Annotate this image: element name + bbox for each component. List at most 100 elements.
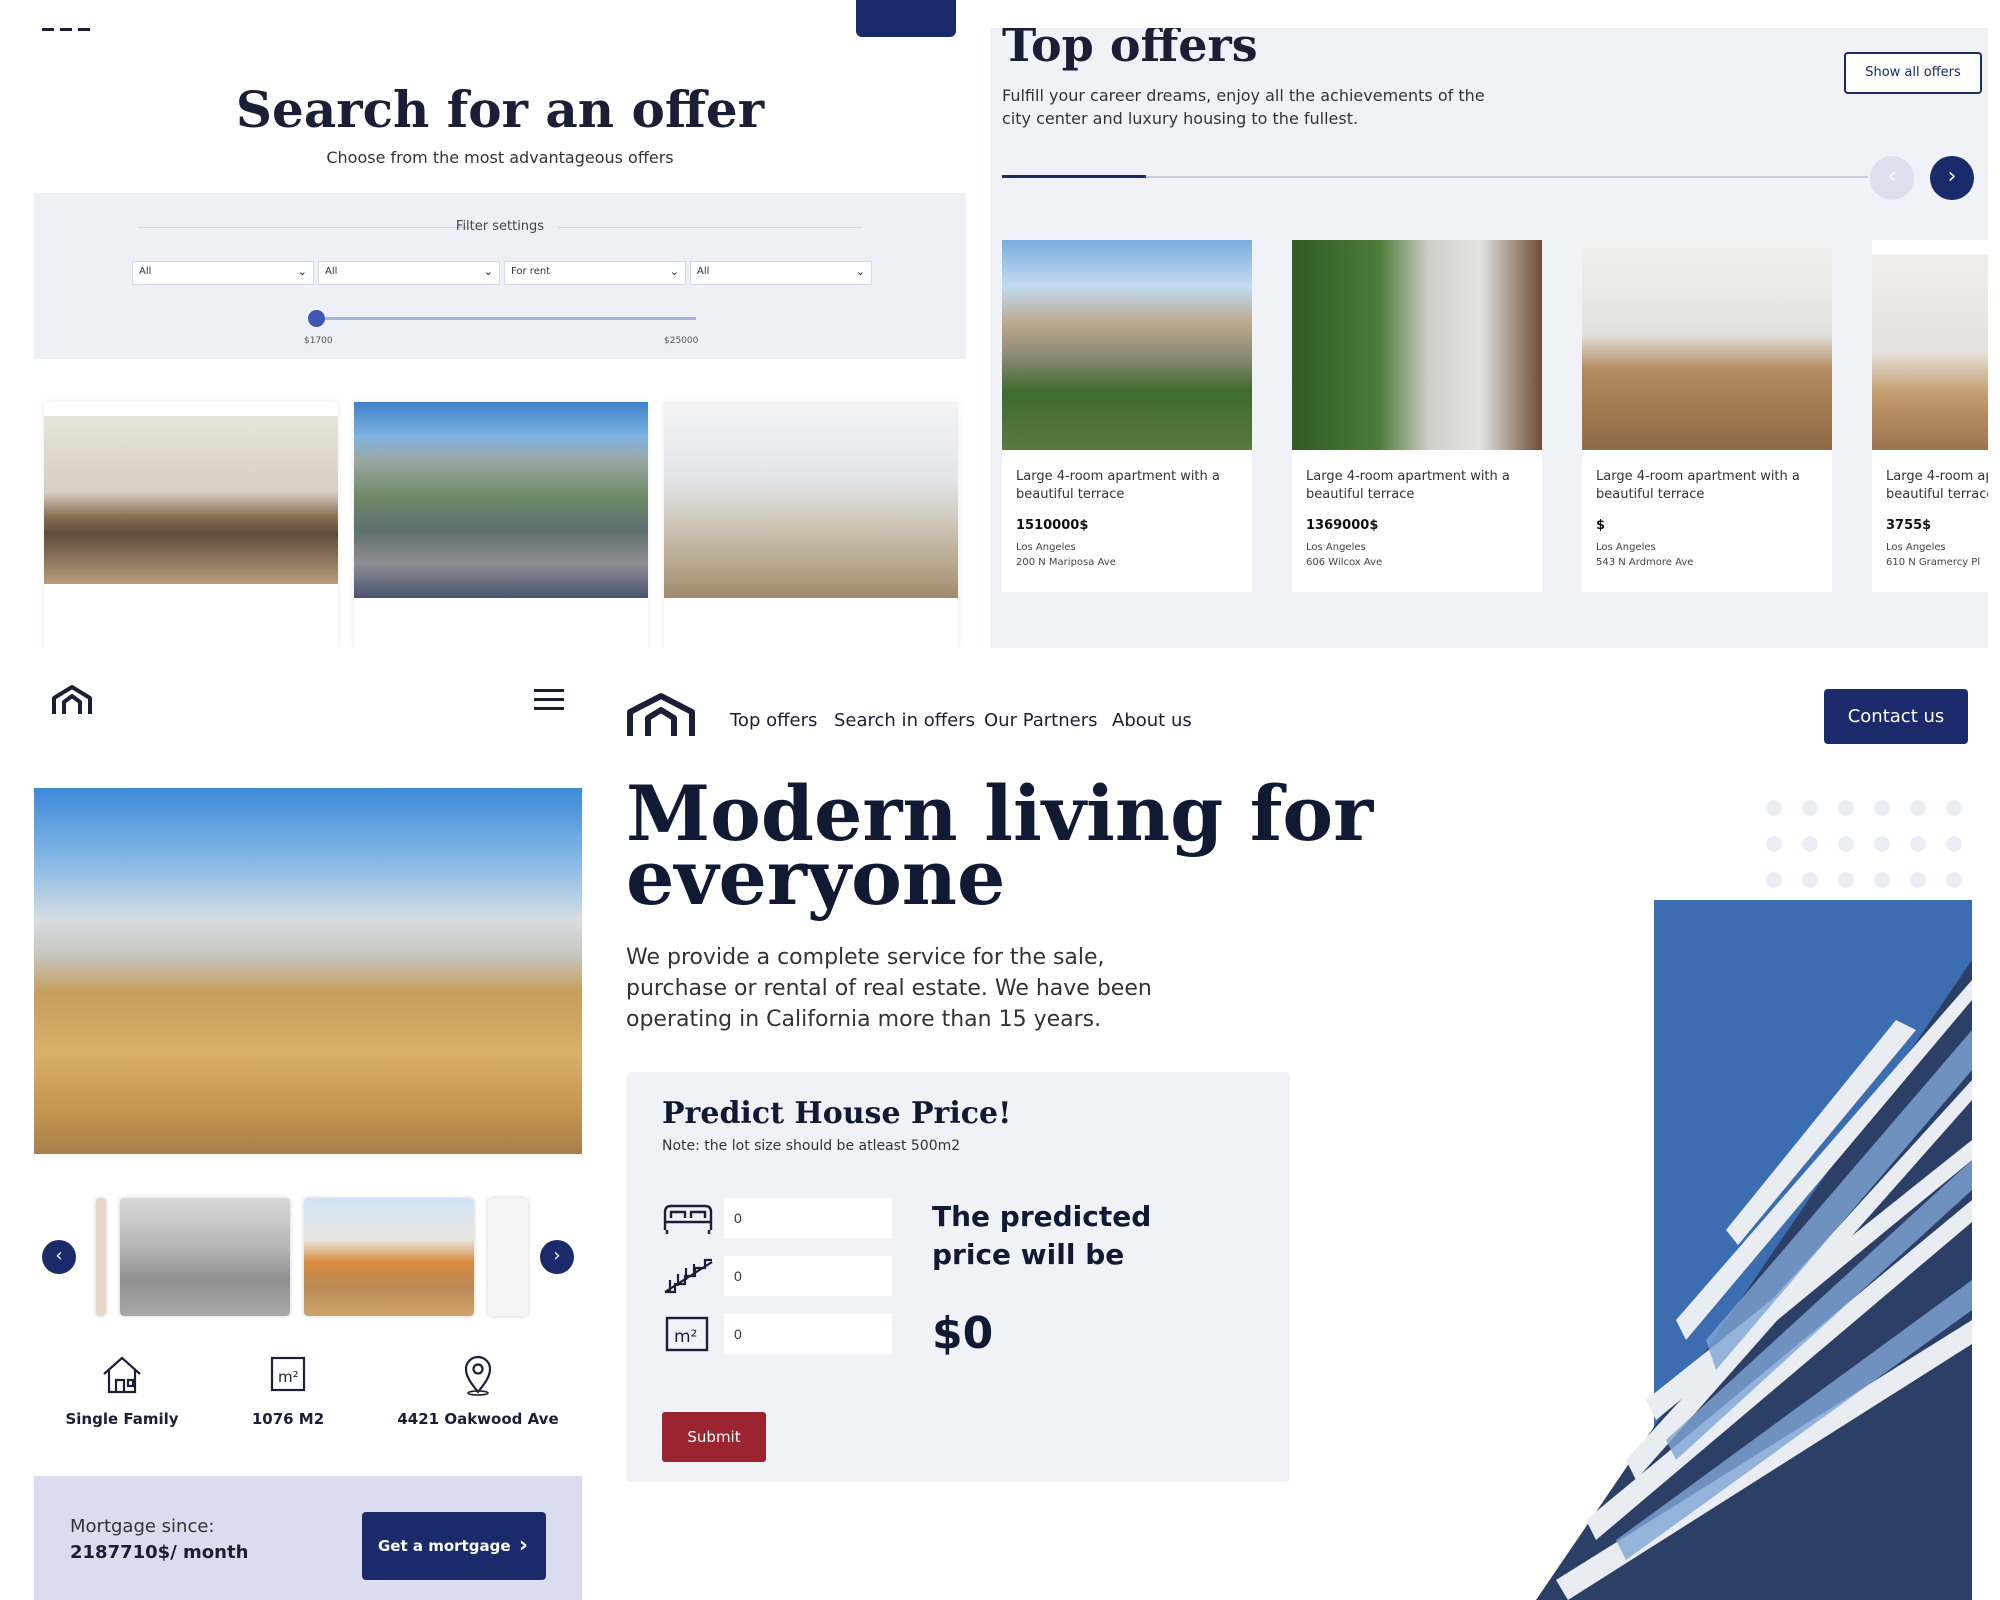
offer-city: Los Angeles <box>1886 542 1946 553</box>
chevron-down-icon: ⌄ <box>483 265 493 278</box>
offer-card[interactable]: Large 4-room apartment with a beautiful … <box>1002 240 1252 592</box>
submit-button[interactable]: Submit <box>662 1412 766 1462</box>
interior-photo <box>1872 254 1988 450</box>
logo-house-icon[interactable] <box>626 692 696 738</box>
offer-card[interactable]: Large 4-room apartment with a beautiful … <box>1582 240 1832 592</box>
nav-our-partners[interactable]: Our Partners <box>984 710 1098 731</box>
floors-input[interactable] <box>724 1256 892 1296</box>
predict-title: Predict House Price! <box>662 1096 1012 1131</box>
hero-panel: Top offers Search in offers Our Partners… <box>616 672 2000 1600</box>
header-button[interactable] <box>856 0 956 37</box>
search-title: Search for an offer <box>235 80 765 139</box>
prev-arrow-icon[interactable]: ‹ <box>1870 156 1914 200</box>
chevron-right-icon: › <box>518 1533 528 1558</box>
predict-note: Note: the lot size should be atleast 500… <box>662 1138 961 1154</box>
lot-size-input[interactable] <box>724 1314 892 1354</box>
thumbnail[interactable] <box>120 1198 290 1316</box>
next-arrow-icon[interactable]: › <box>540 1240 574 1274</box>
thumbnail[interactable] <box>96 1198 106 1316</box>
price-slider-track[interactable] <box>316 317 696 320</box>
offer-price: 1510000$ <box>1016 518 1089 533</box>
offer-title: Large 4-room apartment with a beautiful … <box>1596 469 1800 502</box>
interior-photo <box>1582 240 1832 450</box>
offer-address: 606 Wilcox Ave <box>1306 557 1383 568</box>
offer-title: Large 4-room apartment with a beautiful … <box>1306 469 1510 502</box>
chevron-down-icon: ⌄ <box>297 265 307 278</box>
offer-city: Los Angeles <box>1016 542 1076 553</box>
living-room-photo <box>664 402 958 598</box>
predicted-price-label: The predicted price will be <box>932 1200 1152 1271</box>
main-property-photo <box>34 788 582 1154</box>
city-aerial-photo <box>354 402 648 598</box>
price-max-label: $25000 <box>664 336 699 346</box>
area-m2-icon: m² <box>270 1356 306 1392</box>
location-pin-icon <box>464 1355 492 1396</box>
house-icon <box>103 1356 141 1394</box>
nav-about-us[interactable]: About us <box>1112 710 1192 731</box>
entrance-photo <box>1292 240 1542 450</box>
menu-icon[interactable] <box>42 22 92 32</box>
offer-address: 200 N Mariposa Ave <box>1016 557 1116 568</box>
building-photo <box>1002 240 1252 450</box>
offer-city: Los Angeles <box>1306 542 1366 553</box>
offer-address: 610 N Gramercy Pl <box>1886 557 1981 568</box>
filter-select-location[interactable]: All ⌄ <box>318 261 500 285</box>
stairs-icon <box>664 1258 713 1294</box>
logo-house-icon[interactable] <box>50 684 94 716</box>
offer-price: 1369000$ <box>1306 518 1379 533</box>
filter-select-type[interactable]: All ⌄ <box>132 261 314 285</box>
building-photo <box>1476 900 1972 1600</box>
offer-card[interactable] <box>664 402 958 648</box>
bed-icon <box>663 1204 713 1234</box>
filter-select-rooms[interactable]: All ⌄ <box>690 261 872 285</box>
area-m2-icon: m² <box>665 1316 709 1352</box>
predicted-price-value: $0 <box>932 1308 994 1359</box>
svg-text:m²: m² <box>674 1327 697 1347</box>
price-min-label: $1700 <box>304 336 333 346</box>
prev-arrow-icon[interactable]: ‹ <box>42 1240 76 1274</box>
top-offers-title: Top offers <box>1002 28 1258 72</box>
search-offer-panel: Search for an offer Choose from the most… <box>34 0 966 648</box>
feature-label: Single Family <box>65 1410 179 1428</box>
offer-card[interactable] <box>354 402 648 648</box>
nav-top-offers[interactable]: Top offers <box>730 710 817 731</box>
button-label: Get a mortgage <box>378 1537 511 1555</box>
next-arrow-icon[interactable]: › <box>1930 156 1974 200</box>
chevron-down-icon: ⌄ <box>855 265 865 278</box>
nav-search-in-offers[interactable]: Search in offers <box>834 710 975 731</box>
offer-title: Large 4-room apartment with a beautiful … <box>1016 469 1220 502</box>
offer-address: 543 N Ardmore Ave <box>1596 557 1694 568</box>
filter-box: Filter settings All ⌄ All ⌄ For rent ⌄ All ⌄… <box>34 193 966 359</box>
search-subtitle: Choose from the most advantageous offers <box>326 148 674 167</box>
select-value: All <box>325 266 338 277</box>
contact-us-button[interactable]: Contact us <box>1824 689 1968 744</box>
chevron-down-icon: ⌄ <box>669 265 679 278</box>
offer-price: 3755$ <box>1886 518 1932 533</box>
top-offers-panel: Top offers Fulfill your career dreams, e… <box>990 28 1988 648</box>
bedrooms-input[interactable] <box>724 1198 892 1238</box>
price-slider-handle[interactable] <box>308 310 325 327</box>
offer-card[interactable]: Large 4-room apartment with a beautiful … <box>1872 240 1988 592</box>
get-mortgage-button[interactable]: Get a mortgage › <box>362 1512 546 1580</box>
offer-title: Large 4-room apartment with a beautiful … <box>1886 469 1988 502</box>
mortgage-value: 2187710$/ month <box>70 1542 249 1563</box>
feature-label: 4421 Oakwood Ave <box>397 1410 559 1428</box>
select-value: For rent <box>511 266 551 277</box>
offer-card[interactable]: Large 4-room apartment with a beautiful … <box>1292 240 1542 592</box>
offer-city: Los Angeles <box>1596 542 1656 553</box>
predict-price-card: Predict House Price! Note: the lot size … <box>626 1072 1290 1482</box>
feature-label: 1076 M2 <box>251 1410 325 1428</box>
select-value: All <box>139 266 152 277</box>
thumbnail[interactable] <box>488 1198 528 1316</box>
filter-settings-label: Filter settings <box>455 219 545 234</box>
thumbnail[interactable] <box>304 1198 474 1316</box>
menu-icon[interactable] <box>534 688 564 712</box>
property-detail-panel: ‹ › Single Family m² 1076 M2 4421 Oakwoo… <box>34 672 582 1600</box>
select-value: All <box>697 266 710 277</box>
show-all-offers-button[interactable]: Show all offers <box>1844 52 1982 94</box>
mortgage-label: Mortgage since: <box>70 1516 215 1537</box>
svg-text:m²: m² <box>278 1368 299 1386</box>
carousel-progress-fill <box>1002 175 1146 178</box>
filter-select-deal[interactable]: For rent ⌄ <box>504 261 686 285</box>
offer-card[interactable] <box>44 402 338 648</box>
